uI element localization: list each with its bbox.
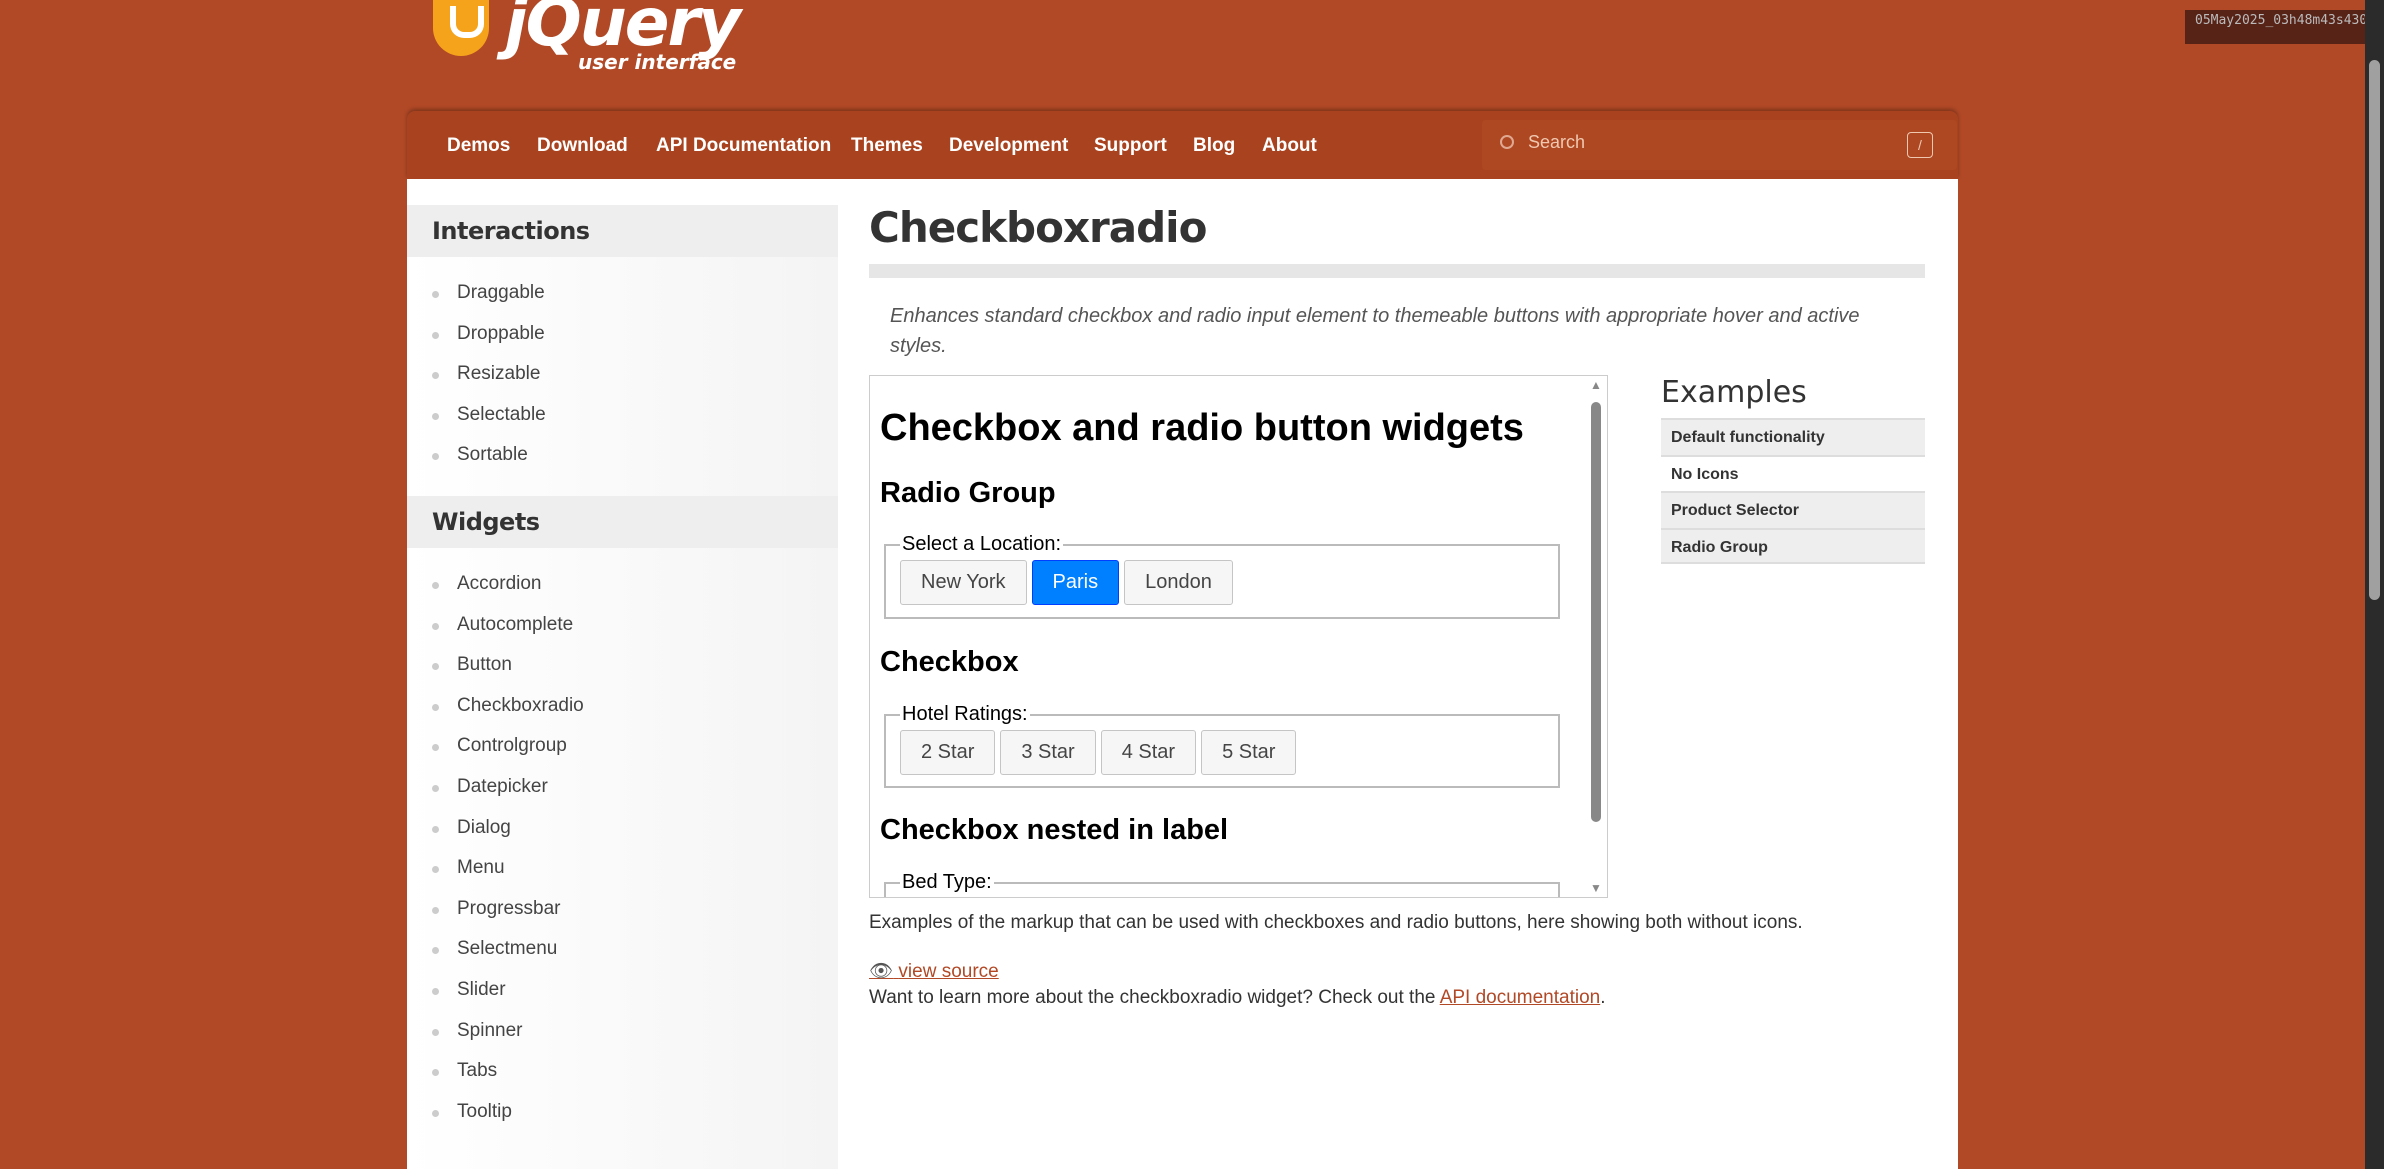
learn-more-text: Want to learn more about the checkboxrad… [869,987,1440,1008]
learn-more-suffix: . [1600,987,1606,1008]
nav-api-documentation[interactable]: API Documentation [656,135,831,157]
content-area: Interactions Draggable Droppable Resizab… [407,179,1958,1169]
location-legend: Select a Location: [902,533,1061,555]
main-nav: Demos Download API Documentation Themes … [407,111,1958,179]
search-box: / [1482,120,1957,170]
sidebar-item-tabs[interactable]: Tabs [432,1051,838,1092]
sidebar: Interactions Draggable Droppable Resizab… [407,205,838,1169]
nested-heading: Checkbox nested in label [880,814,1229,846]
example-no-icons[interactable]: No Icons [1661,454,1925,491]
search-input[interactable] [1528,132,1878,153]
demo-scrollbar[interactable]: ▲ ▼ [1585,376,1607,897]
radio-group-heading: Radio Group [880,477,1056,509]
sidebar-item-button[interactable]: Button [432,645,838,686]
view-source-label: view source [898,961,999,982]
nav-about[interactable]: About [1262,135,1317,157]
nav-themes[interactable]: Themes [851,135,923,157]
sidebar-heading-interactions: Interactions [407,205,838,257]
bed-type-legend: Bed Type: [902,871,992,893]
eye-icon: 👁 [869,961,894,982]
sidebar-item-progressbar[interactable]: Progressbar [432,889,838,930]
checkbox-5-star[interactable]: 5 Star [1201,730,1297,775]
hotel-ratings-legend: Hotel Ratings: [902,703,1028,725]
search-icon [1500,135,1514,149]
sidebar-item-controlgroup[interactable]: Controlgroup [432,726,838,767]
scroll-thumb[interactable] [1591,402,1601,822]
radio-new-york[interactable]: New York [900,560,1027,605]
nav-demos[interactable]: Demos [447,135,510,157]
radio-london[interactable]: London [1124,560,1233,605]
example-default-functionality[interactable]: Default functionality [1661,418,1925,455]
sidebar-item-selectable[interactable]: Selectable [432,395,838,436]
search-shortcut-badge: / [1907,132,1933,158]
sidebar-item-droppable[interactable]: Droppable [432,314,838,355]
sidebar-item-accordion[interactable]: Accordion [432,564,838,605]
page-scrollbar[interactable] [2365,0,2384,1169]
example-radio-group[interactable]: Radio Group [1661,527,1925,564]
sidebar-item-draggable[interactable]: Draggable [432,273,838,314]
sidebar-heading-widgets: Widgets [407,495,838,548]
checkbox-heading: Checkbox [880,646,1019,678]
example-product-selector[interactable]: Product Selector [1661,491,1925,528]
demo-heading: Checkbox and radio button widgets [880,407,1524,449]
sidebar-item-sortable[interactable]: Sortable [432,435,838,476]
checkbox-4-star[interactable]: 4 Star [1100,730,1197,775]
sidebar-item-checkboxradio[interactable]: Checkboxradio [432,686,838,727]
nav-development[interactable]: Development [949,135,1068,157]
sidebar-item-spinner[interactable]: Spinner [432,1011,838,1052]
nav-support[interactable]: Support [1094,135,1167,157]
sidebar-item-selectmenu[interactable]: Selectmenu [432,929,838,970]
checkbox-2-star[interactable]: 2 Star [900,730,996,775]
sidebar-item-datepicker[interactable]: Datepicker [432,767,838,808]
markup-note: Examples of the markup that can be used … [869,912,1803,933]
timestamp-overlay: 05May2025_03h48m43s430385 [2185,10,2384,44]
hotel-ratings-fieldset: Hotel Ratings: 2 Star 3 Star 4 Star 5 Star [884,703,1560,788]
nav-blog[interactable]: Blog [1193,135,1235,157]
jquery-ui-logo[interactable]: jQuery user interface [433,0,753,75]
examples-panel: Examples Default functionality No Icons … [1661,375,1925,564]
sidebar-item-tooltip[interactable]: Tooltip [432,1092,838,1133]
checkbox-3-star[interactable]: 3 Star [1000,730,1096,775]
scroll-up-icon[interactable]: ▲ [1590,378,1602,392]
scroll-down-icon[interactable]: ▼ [1590,881,1602,895]
sidebar-item-resizable[interactable]: Resizable [432,354,838,395]
api-documentation-link[interactable]: API documentation [1440,987,1601,1008]
location-fieldset: Select a Location: New York Paris London [884,533,1560,619]
sidebar-item-dialog[interactable]: Dialog [432,808,838,849]
page-title: Checkboxradio [869,203,1207,252]
sidebar-item-menu[interactable]: Menu [432,848,838,889]
view-source-link[interactable]: 👁 view source [869,961,999,982]
title-divider [869,264,1925,278]
examples-title: Examples [1661,375,1807,410]
nav-download[interactable]: Download [537,135,628,157]
logo-sub: user interface [578,50,737,74]
demo-frame: Checkbox and radio button widgets Radio … [869,375,1608,898]
bed-type-fieldset: Bed Type: [884,871,1560,897]
learn-more: Want to learn more about the checkboxrad… [869,987,1606,1009]
page-scroll-thumb[interactable] [2369,60,2380,600]
jquery-logo-icon [433,0,489,56]
radio-paris[interactable]: Paris [1031,560,1120,605]
sidebar-item-slider[interactable]: Slider [432,970,838,1011]
sidebar-item-autocomplete[interactable]: Autocomplete [432,605,838,646]
page-description: Enhances standard checkbox and radio inp… [890,305,1860,357]
